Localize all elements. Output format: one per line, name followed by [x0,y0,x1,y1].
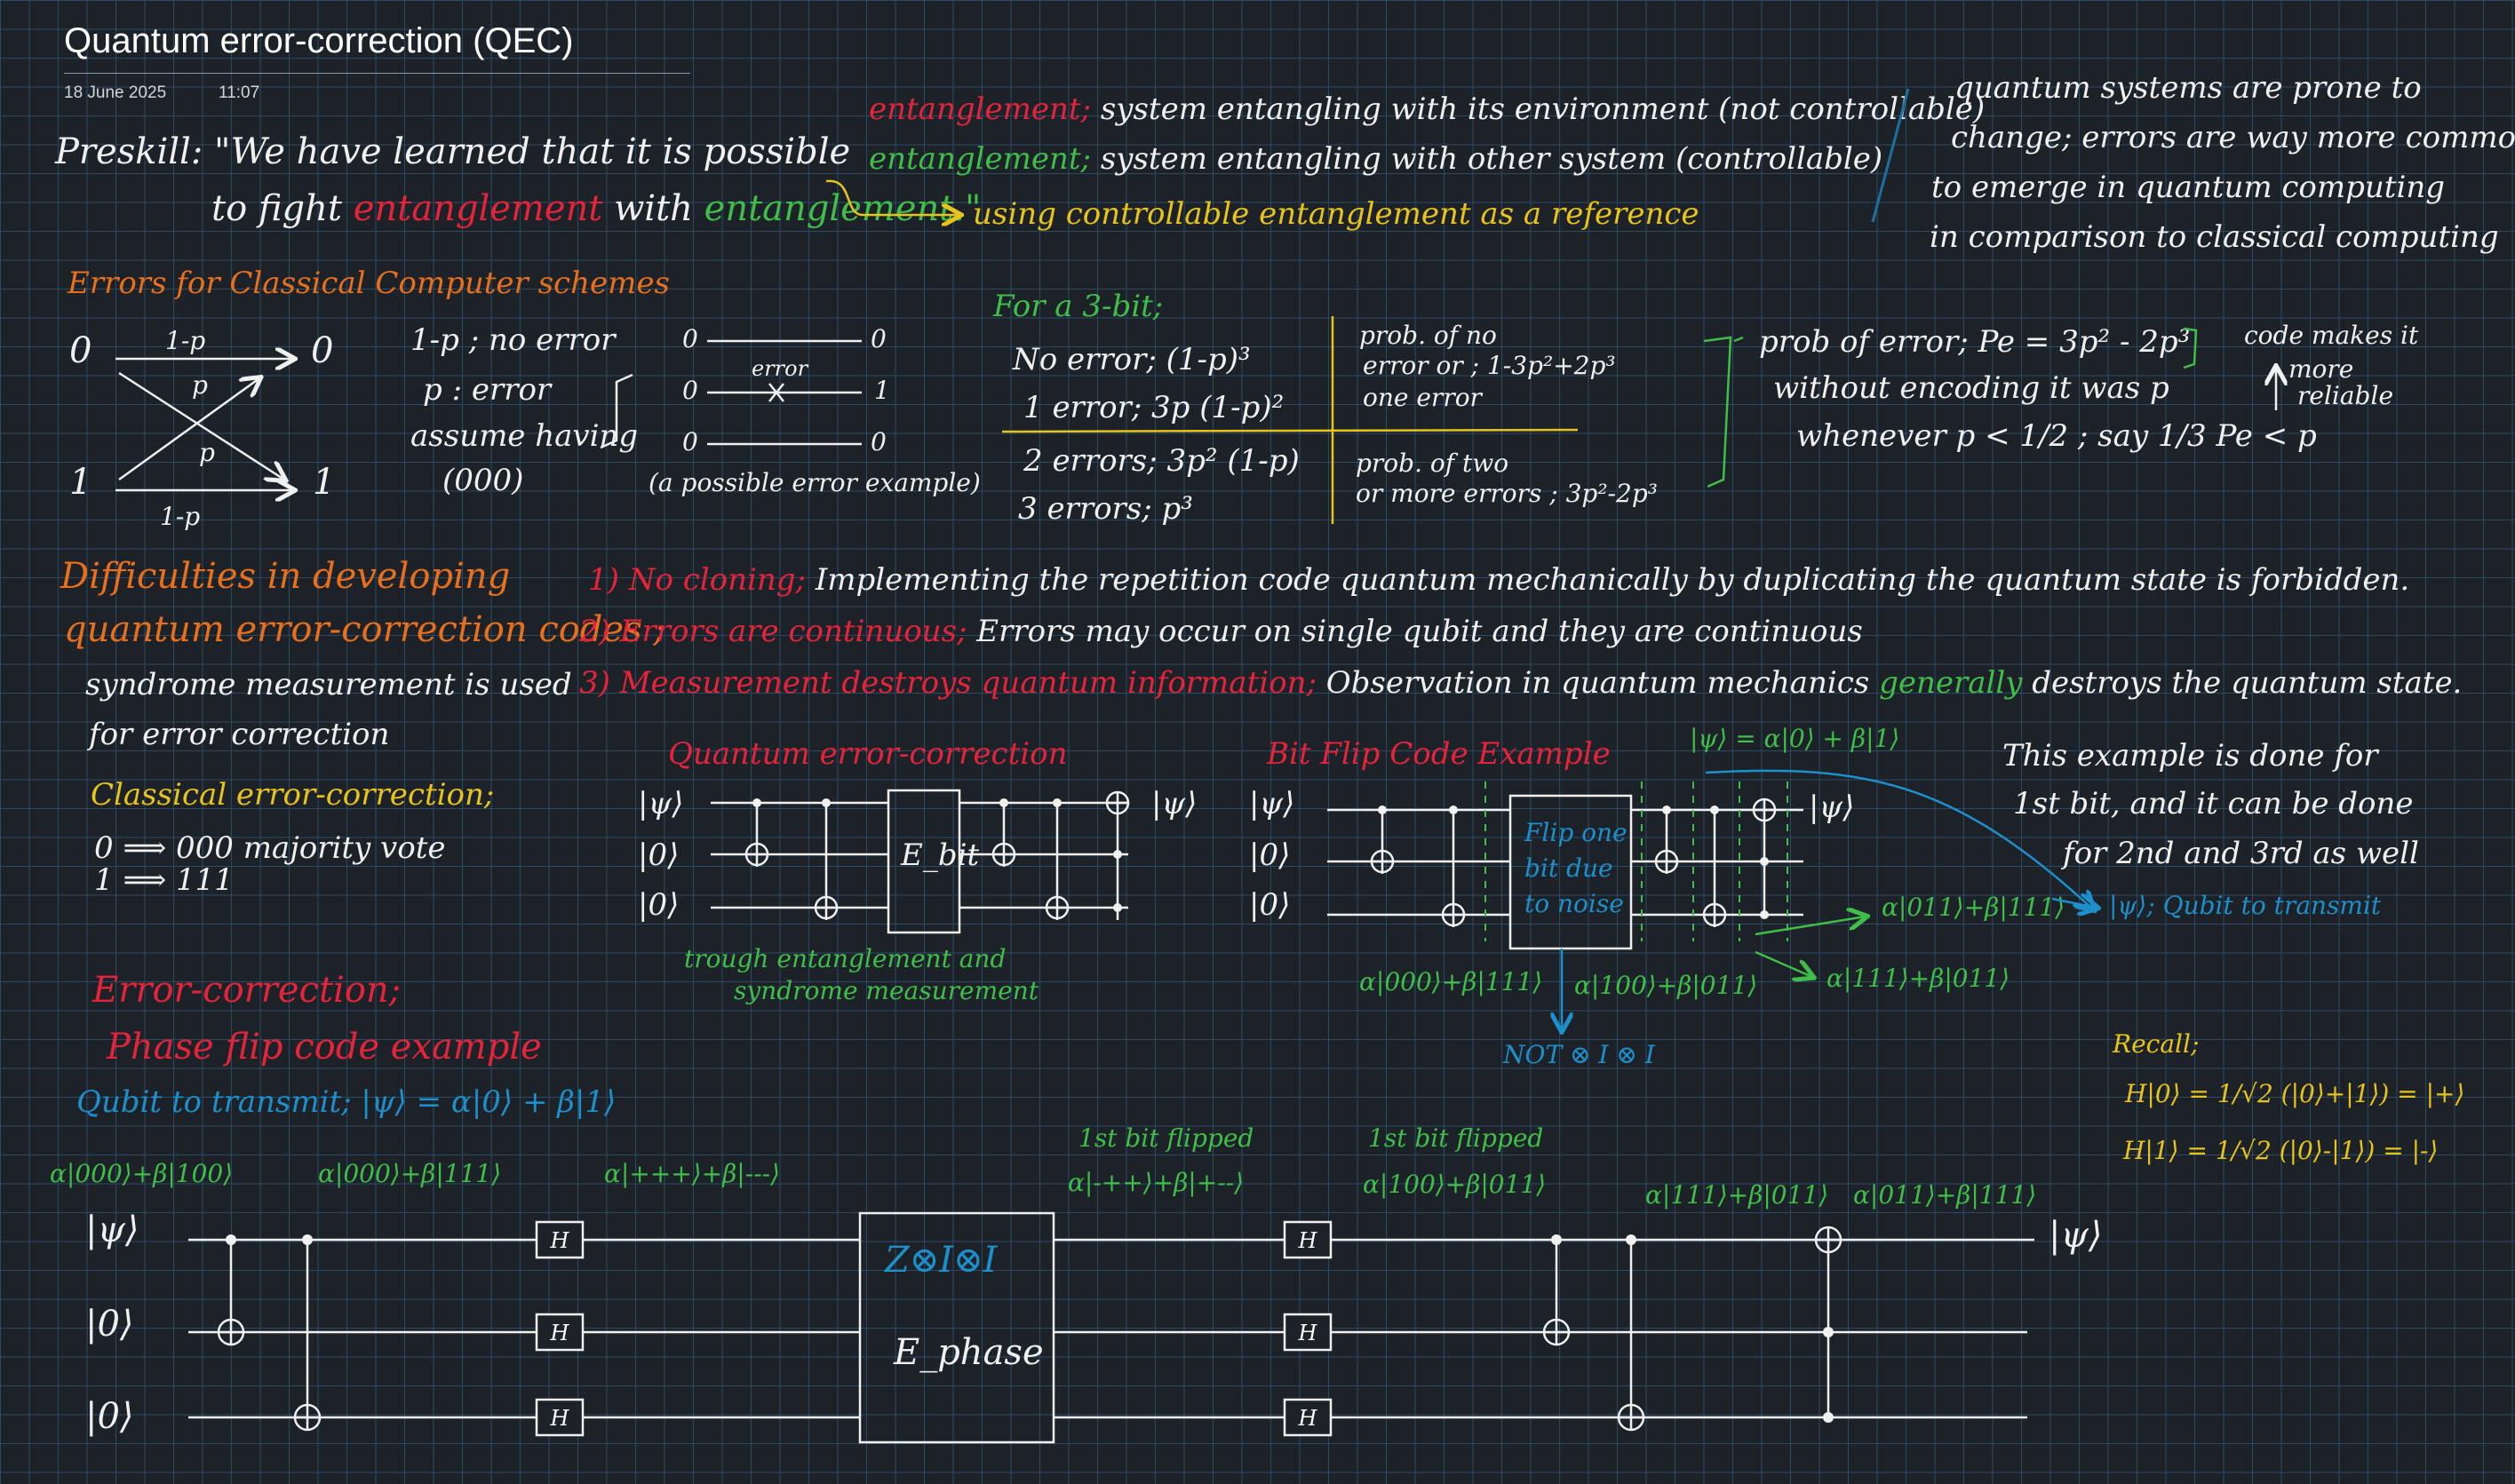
reference-arrow [825,179,959,215]
h-gate: H [1298,1406,1318,1431]
bitflip-arrow-r1 [1755,917,1866,936]
qubit-note-arrow-2 [2051,899,2097,908]
table-divider [1001,428,1579,433]
h-gate: H [1298,1228,1318,1253]
bit-lines [707,339,862,446]
phase-controls [226,1234,1834,1423]
green-bracket [1703,336,1732,488]
h-gate: H [550,1228,570,1253]
bracket [600,373,633,449]
hadamard-gates: H H H H H H [550,1228,1318,1431]
bitflip-arrow-r2 [1755,950,1812,977]
section-divider [1871,88,1910,223]
bitflip-circuit [1327,794,1803,950]
qec-circuit [711,789,1130,934]
diagram-strokes: H H H H H H [115,88,2515,1444]
pe-bracket [1733,327,2198,369]
binary-channel [115,359,293,490]
h-gate: H [550,1406,570,1431]
h-gate: H [1298,1321,1318,1345]
h-gate: H [550,1321,570,1345]
phase-circuit [188,1211,2034,1444]
